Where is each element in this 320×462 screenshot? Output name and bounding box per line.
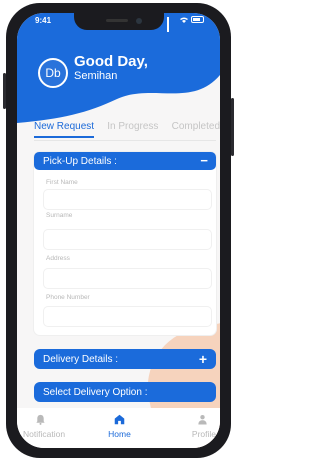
camera [136, 18, 142, 24]
nav-notification[interactable]: Notification [23, 414, 83, 439]
speaker [106, 19, 128, 22]
battery-icon [191, 16, 204, 23]
delivery-option-title: Select Delivery Option : [43, 386, 148, 398]
pickup-details-card: Pick-Up Details : − First Name Surname A… [34, 152, 216, 335]
status-icons [167, 16, 204, 32]
bottom-navigation: Notification Home Profile [17, 408, 220, 448]
user-name: Semihan [74, 70, 118, 82]
tabs-divider [34, 140, 216, 141]
home-icon [114, 414, 125, 425]
pickup-details-title: Pick-Up Details : [43, 155, 117, 167]
address-label: Address [46, 255, 70, 262]
delivery-details-header[interactable]: Delivery Details : + [34, 349, 216, 369]
nav-profile[interactable]: Profile [156, 414, 216, 439]
tab-new-request[interactable]: New Request [34, 121, 95, 138]
signal-icon [167, 16, 177, 32]
request-tabs: New Request In Progress Completed [34, 121, 220, 138]
greeting-block: Good Day, Semihan [74, 53, 148, 83]
avatar[interactable]: Db [38, 58, 68, 88]
notch [74, 13, 164, 30]
app-screen: 9:41 Db Good Day, Semihan New Request In… [17, 13, 220, 448]
pickup-details-header[interactable]: Pick-Up Details : − [34, 152, 216, 170]
nav-notification-label: Notification [23, 429, 66, 439]
wifi-icon [180, 17, 188, 23]
nav-profile-label: Profile [191, 429, 216, 439]
nav-home[interactable]: Home [90, 414, 150, 439]
select-delivery-option-button[interactable]: Select Delivery Option : [34, 382, 216, 402]
greeting-text: Good Day, [74, 53, 148, 70]
status-time: 9:41 [35, 16, 52, 25]
bell-icon [36, 414, 45, 425]
collapse-icon[interactable]: − [200, 154, 208, 167]
expand-icon[interactable]: + [199, 351, 207, 367]
first-name-input[interactable] [44, 190, 211, 209]
address-input[interactable] [44, 269, 211, 288]
profile-icon [198, 415, 207, 425]
tab-in-progress[interactable]: In Progress [107, 121, 158, 138]
nav-home-label: Home [108, 429, 131, 439]
surname-label: Surname [46, 212, 73, 219]
delivery-details-title: Delivery Details : [43, 353, 119, 365]
first-name-label: First Name [46, 179, 78, 186]
tab-completed[interactable]: Completed [172, 121, 220, 138]
phone-number-input[interactable] [44, 307, 211, 326]
surname-input[interactable] [44, 230, 211, 249]
phone-frame: 9:41 Db Good Day, Semihan New Request In… [3, 3, 234, 458]
phone-number-label: Phone Number [46, 294, 90, 301]
